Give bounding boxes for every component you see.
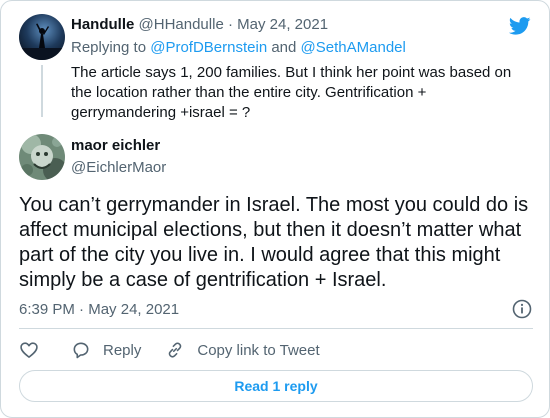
replying-user-2[interactable]: @SethAMandel — [301, 39, 406, 56]
thread-line — [41, 65, 43, 117]
copy-link-label[interactable]: Copy link to Tweet — [197, 342, 319, 359]
read-replies-button[interactable]: Read 1 reply — [19, 370, 533, 402]
action-bar: Reply Copy link to Tweet — [19, 339, 320, 361]
replying-user-1[interactable]: @ProfDBernstein — [150, 39, 267, 56]
reply-button[interactable]: Reply — [71, 340, 141, 360]
tweet-time[interactable]: 6:39 PM — [19, 301, 75, 318]
tweet-timestamp[interactable]: 6:39 PM · May 24, 2021 — [19, 301, 179, 318]
twitter-bird-icon[interactable] — [508, 17, 531, 35]
reply-label[interactable]: Reply — [103, 342, 141, 359]
divider — [19, 328, 533, 329]
copy-link-button[interactable]: Copy link to Tweet — [165, 340, 320, 360]
parent-date[interactable]: May 24, 2021 — [237, 16, 328, 33]
parent-handle[interactable]: @HHandulle — [139, 16, 224, 33]
author-handle[interactable]: @EichlerMaor — [71, 159, 166, 176]
replying-prefix: Replying to — [71, 39, 151, 56]
parent-tweet-text: The article says 1, 200 families. But I … — [71, 64, 512, 121]
parent-author[interactable]: Handulle @HHandulle · May 24, 2021 — [71, 16, 328, 33]
like-button[interactable] — [19, 340, 39, 360]
info-icon[interactable] — [512, 299, 532, 319]
timestamp-separator: · — [74, 301, 89, 318]
replying-to: Replying to @ProfDBernstein and @SethAMa… — [71, 39, 406, 56]
link-icon — [169, 342, 182, 358]
tweet-text: You can’t gerrymander in Israel. The mos… — [19, 194, 529, 291]
author-display-name[interactable]: maor eichler — [71, 137, 160, 154]
speech-bubble-icon — [73, 342, 89, 359]
author-avatar[interactable] — [19, 134, 65, 180]
parent-separator: · — [223, 16, 238, 33]
heart-icon — [20, 342, 38, 358]
embedded-tweet-card: Handulle @HHandulle · May 24, 2021 Reply… — [0, 0, 550, 418]
tweet-date[interactable]: May 24, 2021 — [88, 301, 179, 318]
parent-avatar[interactable] — [19, 14, 65, 60]
parent-display-name[interactable]: Handulle — [71, 16, 134, 33]
replying-and: and — [267, 39, 301, 56]
